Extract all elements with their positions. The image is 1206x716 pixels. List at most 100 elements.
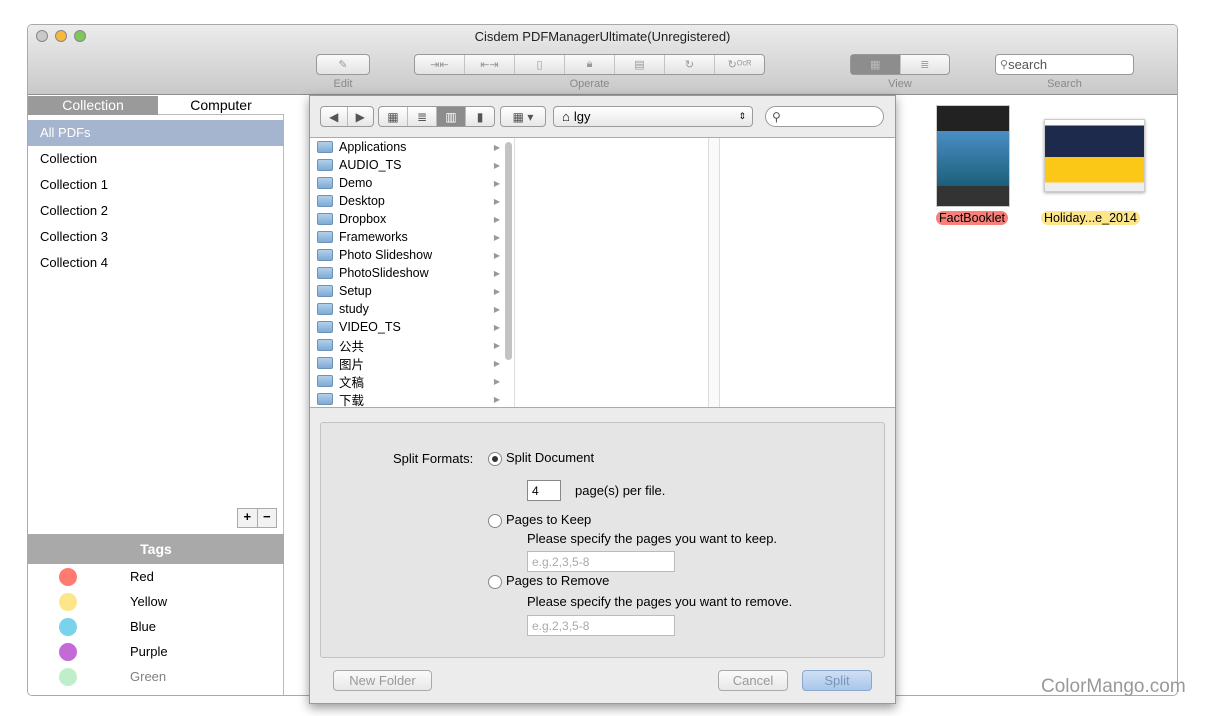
- folder-icon: [317, 267, 333, 279]
- folder-item[interactable]: Demo ▶: [310, 174, 514, 192]
- folder-item[interactable]: Frameworks ▶: [310, 228, 514, 246]
- disclosure-arrow-icon: ▶: [493, 304, 500, 314]
- folder-item[interactable]: 文稿 ▶: [310, 372, 514, 390]
- sidebar-item-collection-4[interactable]: Collection 4: [28, 250, 284, 276]
- pages-per-file-input[interactable]: 4: [527, 480, 561, 501]
- lock-icon[interactable]: 🔒︎: [565, 55, 615, 74]
- folder-name: study: [339, 302, 369, 316]
- arrange-button[interactable]: ▦ ▾: [500, 106, 546, 127]
- tag-purple[interactable]: Purple: [28, 640, 284, 665]
- folder-item[interactable]: Applications ▶: [310, 138, 514, 156]
- location-select[interactable]: ⌂ lgy ⇕: [553, 106, 753, 127]
- sidebar-item-collection-1[interactable]: Collection 1: [28, 172, 284, 198]
- tag-label: Purple: [130, 644, 168, 659]
- folder-column: Applications ▶ AUDIO_TS ▶ Demo ▶ Desktop ▶ Dropb…: [310, 138, 515, 408]
- radio-label: Split Document: [506, 450, 595, 465]
- split-formats-label: Split Formats:: [393, 451, 474, 466]
- disclosure-arrow-icon: ▶: [493, 268, 500, 278]
- watermark: ColorMango.com: [1041, 676, 1186, 697]
- folder-item[interactable]: Setup ▶: [310, 282, 514, 300]
- list-view-icon[interactable]: ≣: [901, 55, 950, 74]
- pages-to-remove-input[interactable]: e.g.2,3,5-8: [527, 615, 675, 636]
- folder-item[interactable]: Photo Slideshow ▶: [310, 246, 514, 264]
- disclosure-arrow-icon: ▶: [493, 322, 500, 332]
- scrollbar[interactable]: [505, 142, 512, 360]
- radio-icon[interactable]: [488, 574, 502, 589]
- location-value: lgy: [573, 109, 591, 124]
- compress-icon[interactable]: ▯: [515, 55, 565, 74]
- tag-dot: [59, 643, 77, 661]
- tag-label: Red: [130, 569, 154, 584]
- document-label: FactBooklet: [936, 211, 1009, 225]
- search-input[interactable]: ⚲ search: [995, 54, 1134, 75]
- folder-item[interactable]: 公共 ▶: [310, 336, 514, 354]
- radio-split-document[interactable]: Split Document: [488, 450, 594, 466]
- grid-view-icon[interactable]: ▦: [851, 55, 901, 74]
- folder-item[interactable]: Desktop ▶: [310, 192, 514, 210]
- document-factbooklet[interactable]: [936, 105, 1010, 207]
- tag-red[interactable]: Red: [28, 565, 284, 590]
- view-label: View: [888, 78, 912, 90]
- sidebar-item-collection-3[interactable]: Collection 3: [28, 224, 284, 250]
- document-label: Holiday...e_2014: [1041, 211, 1140, 225]
- column-view-icon[interactable]: ▥: [437, 107, 466, 126]
- radio-icon[interactable]: [488, 513, 502, 528]
- disclosure-arrow-icon: ▶: [493, 340, 500, 350]
- new-folder-button[interactable]: New Folder: [333, 670, 432, 691]
- view-mode[interactable]: ▦ ≣ ▥ ▮: [378, 106, 495, 127]
- forward-icon[interactable]: ▶: [348, 107, 374, 126]
- radio-pages-to-remove[interactable]: Pages to Remove: [488, 573, 609, 589]
- add-collection-button[interactable]: +: [238, 509, 258, 527]
- pages-to-keep-input[interactable]: e.g.2,3,5-8: [527, 551, 675, 572]
- operate-group[interactable]: ⇥⇤ ⇤⇥ ▯ 🔒︎ ▤ ↻ ↻ᴼᶜᴿ: [414, 54, 765, 75]
- tag-dot: [59, 593, 77, 611]
- tag-blue[interactable]: Blue: [28, 615, 284, 640]
- folder-item[interactable]: Dropbox ▶: [310, 210, 514, 228]
- toolbar: Cisdem PDFManagerUltimate(Unregistered) …: [28, 25, 1177, 95]
- dialog-search-input[interactable]: ⚲: [765, 106, 884, 127]
- cancel-button[interactable]: Cancel: [718, 670, 788, 691]
- radio-icon[interactable]: [488, 451, 502, 466]
- folder-item[interactable]: 下载 ▶: [310, 390, 514, 408]
- split-icon[interactable]: ⇤⇥: [465, 55, 515, 74]
- split-button[interactable]: Split: [802, 670, 872, 691]
- per-file-label: page(s) per file.: [575, 483, 666, 498]
- rotate-icon[interactable]: ↻: [665, 55, 715, 74]
- edit-button[interactable]: ✎: [316, 54, 370, 75]
- search-label: Search: [1047, 78, 1082, 90]
- sidebar: Collection Computer All PDFs Collection …: [28, 96, 284, 695]
- folder-item[interactable]: PhotoSlideshow ▶: [310, 264, 514, 282]
- folder-item[interactable]: 图片 ▶: [310, 354, 514, 372]
- file-browser: Applications ▶ AUDIO_TS ▶ Demo ▶ Desktop ▶ Dropb…: [310, 137, 895, 408]
- tag-yellow[interactable]: Yellow: [28, 590, 284, 615]
- tab-collection[interactable]: Collection: [28, 96, 158, 115]
- coverflow-icon[interactable]: ▮: [466, 107, 494, 126]
- sidebar-item-collection[interactable]: Collection: [28, 146, 284, 172]
- remove-collection-button[interactable]: −: [258, 509, 277, 527]
- tag-green[interactable]: Green: [28, 665, 284, 690]
- folder-icon: [317, 285, 333, 297]
- folder-item[interactable]: study ▶: [310, 300, 514, 318]
- radio-pages-to-keep[interactable]: Pages to Keep: [488, 512, 591, 528]
- folder-item[interactable]: AUDIO_TS ▶: [310, 156, 514, 174]
- tag-dot: [59, 568, 77, 586]
- home-icon: ⌂: [562, 109, 570, 124]
- view-toggle[interactable]: ▦ ≣: [850, 54, 950, 75]
- disclosure-arrow-icon: ▶: [493, 160, 500, 170]
- folder-item[interactable]: VIDEO_TS ▶: [310, 318, 514, 336]
- folder-icon: [317, 177, 333, 189]
- document-holiday[interactable]: [1044, 119, 1145, 192]
- sidebar-item-all-pdfs[interactable]: All PDFs: [28, 120, 284, 146]
- back-forward[interactable]: ◀ ▶: [320, 106, 374, 127]
- radio-label: Pages to Remove: [506, 573, 610, 588]
- extract-icon[interactable]: ▤: [615, 55, 665, 74]
- tab-computer[interactable]: Computer: [158, 96, 284, 115]
- icon-view-icon[interactable]: ▦: [379, 107, 408, 126]
- column-divider[interactable]: [708, 138, 720, 407]
- merge-icon[interactable]: ⇥⇤: [415, 55, 465, 74]
- sidebar-item-collection-2[interactable]: Collection 2: [28, 198, 284, 224]
- list-view-icon[interactable]: ≣: [408, 107, 437, 126]
- folder-icon: [317, 339, 333, 351]
- ocr-icon[interactable]: ↻ᴼᶜᴿ: [715, 55, 764, 74]
- back-icon[interactable]: ◀: [321, 107, 348, 126]
